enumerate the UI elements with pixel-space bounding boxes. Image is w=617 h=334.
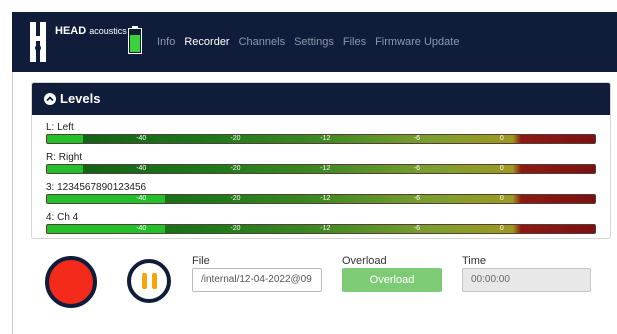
file-path-field[interactable]: /internal/12-04-2022@09: [192, 268, 322, 292]
level-meter: -40 -20 -12 -6 0: [46, 134, 596, 144]
time-field: 00:00:00: [462, 268, 591, 292]
top-navbar: HEAD acoustics Info Recorder Channels Setti…: [12, 12, 617, 72]
nav-item-info[interactable]: Info: [157, 36, 175, 48]
meter-tick-label: 0: [499, 135, 504, 142]
nav-item-files[interactable]: Files: [343, 36, 366, 48]
file-label: File: [192, 255, 210, 267]
level-meter: -40 -20 -12 -6 0: [46, 164, 596, 174]
meter-tick-label: -12: [320, 225, 331, 232]
nav-item-settings[interactable]: Settings: [294, 36, 334, 48]
meter-tick-label: 0: [499, 225, 504, 232]
channel-label: 4: Ch 4: [46, 212, 79, 223]
overload-label: Overload: [342, 255, 387, 267]
channel-label: L: Left: [46, 122, 74, 133]
pause-button[interactable]: [127, 259, 171, 303]
meter-tick-label: -12: [320, 135, 331, 142]
meter-tick-label: -12: [320, 195, 331, 202]
channel-row: L: Left -40 -20 -12 -6 0: [46, 122, 598, 144]
channel-row: 3: 1234567890123456 -40 -20 -12 -6 0: [46, 182, 598, 204]
battery-icon: [128, 26, 142, 54]
main-nav: Info Recorder Channels Settings Files Firmwar…: [157, 36, 468, 48]
record-button[interactable]: [45, 256, 97, 308]
meter-tick-label: -6: [413, 165, 421, 172]
nav-item-channels[interactable]: Channels: [239, 36, 285, 48]
level-meter-fill: [47, 195, 165, 203]
page-border: [12, 72, 13, 334]
level-meter: -40 -20 -12 -6 0: [46, 224, 596, 234]
levels-header[interactable]: Levels: [32, 83, 610, 115]
meter-tick-label: -6: [413, 135, 421, 142]
head-acoustics-logo[interactable]: HEAD acoustics: [29, 20, 127, 64]
logo-text: HEAD: [55, 25, 87, 37]
level-meter: -40 -20 -12 -6 0: [46, 194, 596, 204]
channel-label: R: Right: [46, 152, 83, 163]
meter-tick-label: -20: [230, 135, 241, 142]
meter-tick-label: -40: [136, 165, 147, 172]
nav-item-firmware-update[interactable]: Firmware Update: [375, 36, 459, 48]
level-meter-fill: [47, 135, 83, 143]
level-meter-fill: [47, 165, 83, 173]
meter-tick-label: -12: [320, 165, 331, 172]
levels-title: Levels: [60, 91, 101, 106]
meter-tick-label: -40: [136, 195, 147, 202]
pause-icon: [142, 273, 147, 289]
logo-sub-text: acoustics: [89, 26, 127, 36]
channel-label: 3: 1234567890123456: [46, 182, 147, 193]
overload-indicator[interactable]: Overload: [342, 268, 442, 292]
logo-mark-icon: [30, 22, 46, 62]
pause-icon: [152, 273, 157, 289]
meter-tick-label: -6: [413, 195, 421, 202]
level-meter-fill: [47, 225, 165, 233]
meter-tick-label: -6: [413, 225, 421, 232]
meter-tick-label: -40: [136, 225, 147, 232]
meter-tick-label: -40: [136, 135, 147, 142]
chevron-up-icon[interactable]: [44, 93, 56, 105]
channel-row: 4: Ch 4 -40 -20 -12 -6 0: [46, 212, 598, 234]
channel-row: R: Right -40 -20 -12 -6 0: [46, 152, 598, 174]
meter-tick-label: 0: [499, 195, 504, 202]
time-label: Time: [462, 255, 487, 267]
meter-tick-label: -20: [230, 195, 241, 202]
meter-tick-label: 0: [499, 165, 504, 172]
levels-card: Levels L: Left -40 -20 -12 -6 0 R: Right -40 -20…: [31, 82, 611, 239]
meter-tick-label: -20: [230, 225, 241, 232]
nav-item-recorder[interactable]: Recorder: [184, 36, 229, 48]
meter-tick-label: -20: [230, 165, 241, 172]
